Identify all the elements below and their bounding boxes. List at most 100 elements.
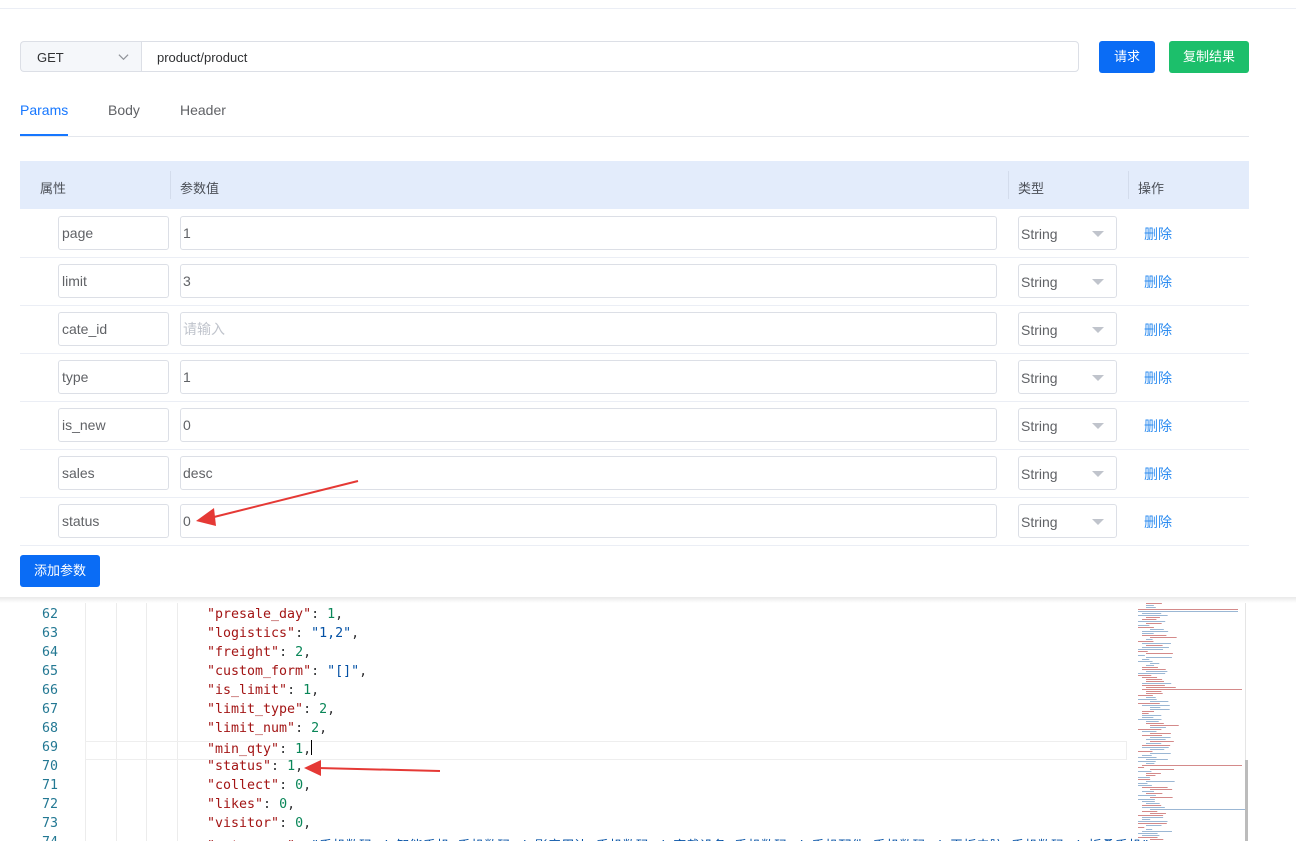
param-key-input[interactable]: type	[58, 360, 169, 394]
param-type-select[interactable]: String	[1018, 456, 1117, 490]
param-type-value: String	[1021, 370, 1058, 386]
minimap-line	[1150, 813, 1166, 814]
code-text: "limit_type": 2,	[207, 702, 336, 717]
minimap-line	[1142, 685, 1165, 686]
minimap-line	[1142, 717, 1154, 718]
code-line: 74 "cate_name": "手机数码 / 智能手机,手机数码 / 影音周边,…	[0, 835, 1158, 841]
caret-down-icon	[1092, 471, 1104, 477]
minimap-line	[1150, 753, 1171, 754]
code-line: 62 "presale_day": 1,	[0, 607, 1125, 626]
minimap-line	[1146, 721, 1159, 722]
minimap-line	[1150, 737, 1171, 738]
minimap-line	[1150, 709, 1170, 710]
minimap-line	[1150, 749, 1165, 750]
code-line: 73 "visitor": 0,	[0, 816, 1125, 835]
code-text: "likes": 0,	[207, 797, 296, 812]
minimap-line	[1138, 771, 1152, 772]
delete-link[interactable]: 删除	[1144, 272, 1172, 292]
minimap-line	[1138, 651, 1148, 652]
param-type-select[interactable]: String	[1018, 216, 1117, 250]
minimap-line	[1146, 617, 1160, 618]
minimap-line	[1146, 623, 1162, 624]
minimap-line	[1146, 793, 1163, 794]
param-value-input[interactable]: 1	[180, 360, 997, 394]
param-key-input[interactable]: limit	[58, 264, 169, 298]
param-key-input[interactable]: sales	[58, 456, 169, 490]
minimap-line	[1138, 695, 1153, 696]
line-number: 62	[41, 607, 58, 622]
minimap-line	[1150, 637, 1177, 638]
line-number: 70	[41, 759, 58, 774]
minimap-line	[1138, 675, 1152, 676]
param-value-input[interactable]: 1	[180, 216, 997, 250]
table-row: status 0 String 删除	[20, 497, 1249, 546]
param-type-select[interactable]: String	[1018, 312, 1117, 346]
param-type-select[interactable]: String	[1018, 264, 1117, 298]
top-divider	[0, 8, 1296, 9]
param-type-select[interactable]: String	[1018, 504, 1117, 538]
code-minimap[interactable]	[1130, 597, 1248, 841]
table-row: sales desc String 删除	[20, 449, 1249, 498]
minimap-line	[1146, 763, 1155, 764]
param-value-input[interactable]: 0	[180, 504, 997, 538]
line-number: 71	[41, 778, 58, 793]
minimap-line	[1142, 631, 1169, 632]
minimap-line	[1138, 641, 1154, 642]
param-key-input[interactable]: status	[58, 504, 169, 538]
param-value-input[interactable]: desc	[180, 456, 997, 490]
method-value: GET	[37, 50, 64, 65]
minimap-line	[1146, 781, 1175, 782]
minimap-line	[1138, 649, 1164, 650]
copy-result-button[interactable]: 复制结果	[1169, 41, 1249, 73]
tab-params[interactable]: Params	[20, 102, 68, 118]
delete-link[interactable]: 删除	[1144, 416, 1172, 436]
delete-link[interactable]: 删除	[1144, 512, 1172, 532]
minimap-line	[1146, 679, 1163, 680]
minimap-line	[1150, 707, 1161, 708]
line-number: 63	[41, 626, 58, 641]
tab-body[interactable]: Body	[108, 102, 140, 118]
delete-link[interactable]: 删除	[1144, 368, 1172, 388]
minimap-line	[1142, 713, 1149, 714]
param-type-select[interactable]: String	[1018, 360, 1117, 394]
minimap-line	[1146, 671, 1168, 672]
code-text: "is_limit": 1,	[207, 683, 320, 698]
param-value-input[interactable]: 0	[180, 408, 997, 442]
url-input[interactable]: product/product	[141, 41, 1079, 72]
minimap-line	[1146, 759, 1168, 760]
minimap-line	[1142, 643, 1171, 644]
editor-scrollbar-thumb[interactable]	[1245, 760, 1248, 841]
minimap-line	[1142, 633, 1154, 634]
tab-header[interactable]: Header	[180, 102, 226, 118]
param-value-input[interactable]: 3	[180, 264, 997, 298]
minimap-line	[1150, 663, 1160, 664]
minimap-line	[1142, 647, 1169, 648]
caret-down-icon	[1092, 327, 1104, 333]
param-key-input[interactable]: is_new	[58, 408, 169, 442]
param-type-value: String	[1021, 274, 1058, 290]
header-separator	[1008, 171, 1009, 199]
add-param-button[interactable]: 添加参数	[20, 555, 100, 587]
param-key-input[interactable]: cate_id	[58, 312, 169, 346]
minimap-line	[1138, 799, 1155, 800]
minimap-line	[1138, 673, 1166, 674]
code-line: 71 "collect": 0,	[0, 778, 1125, 797]
param-value-input[interactable]: 请输入	[180, 312, 997, 346]
minimap-line	[1146, 693, 1163, 694]
delete-link[interactable]: 删除	[1144, 464, 1172, 484]
minimap-line	[1138, 615, 1168, 616]
method-select[interactable]: GET	[20, 41, 141, 72]
param-key-input[interactable]: page	[58, 216, 169, 250]
send-request-button[interactable]: 请求	[1099, 41, 1155, 73]
minimap-line	[1146, 603, 1162, 604]
minimap-line	[1142, 801, 1155, 802]
param-type-select[interactable]: String	[1018, 408, 1117, 442]
delete-link[interactable]: 删除	[1144, 224, 1172, 244]
delete-link[interactable]: 删除	[1144, 320, 1172, 340]
line-number: 68	[41, 721, 58, 736]
minimap-line	[1142, 819, 1151, 820]
response-code-editor[interactable]: 61"presale_end_time": 0,62"presale_day":…	[0, 597, 1296, 841]
minimap-line	[1138, 833, 1158, 834]
text-cursor	[311, 740, 313, 755]
header-action: 操作	[1138, 181, 1165, 196]
